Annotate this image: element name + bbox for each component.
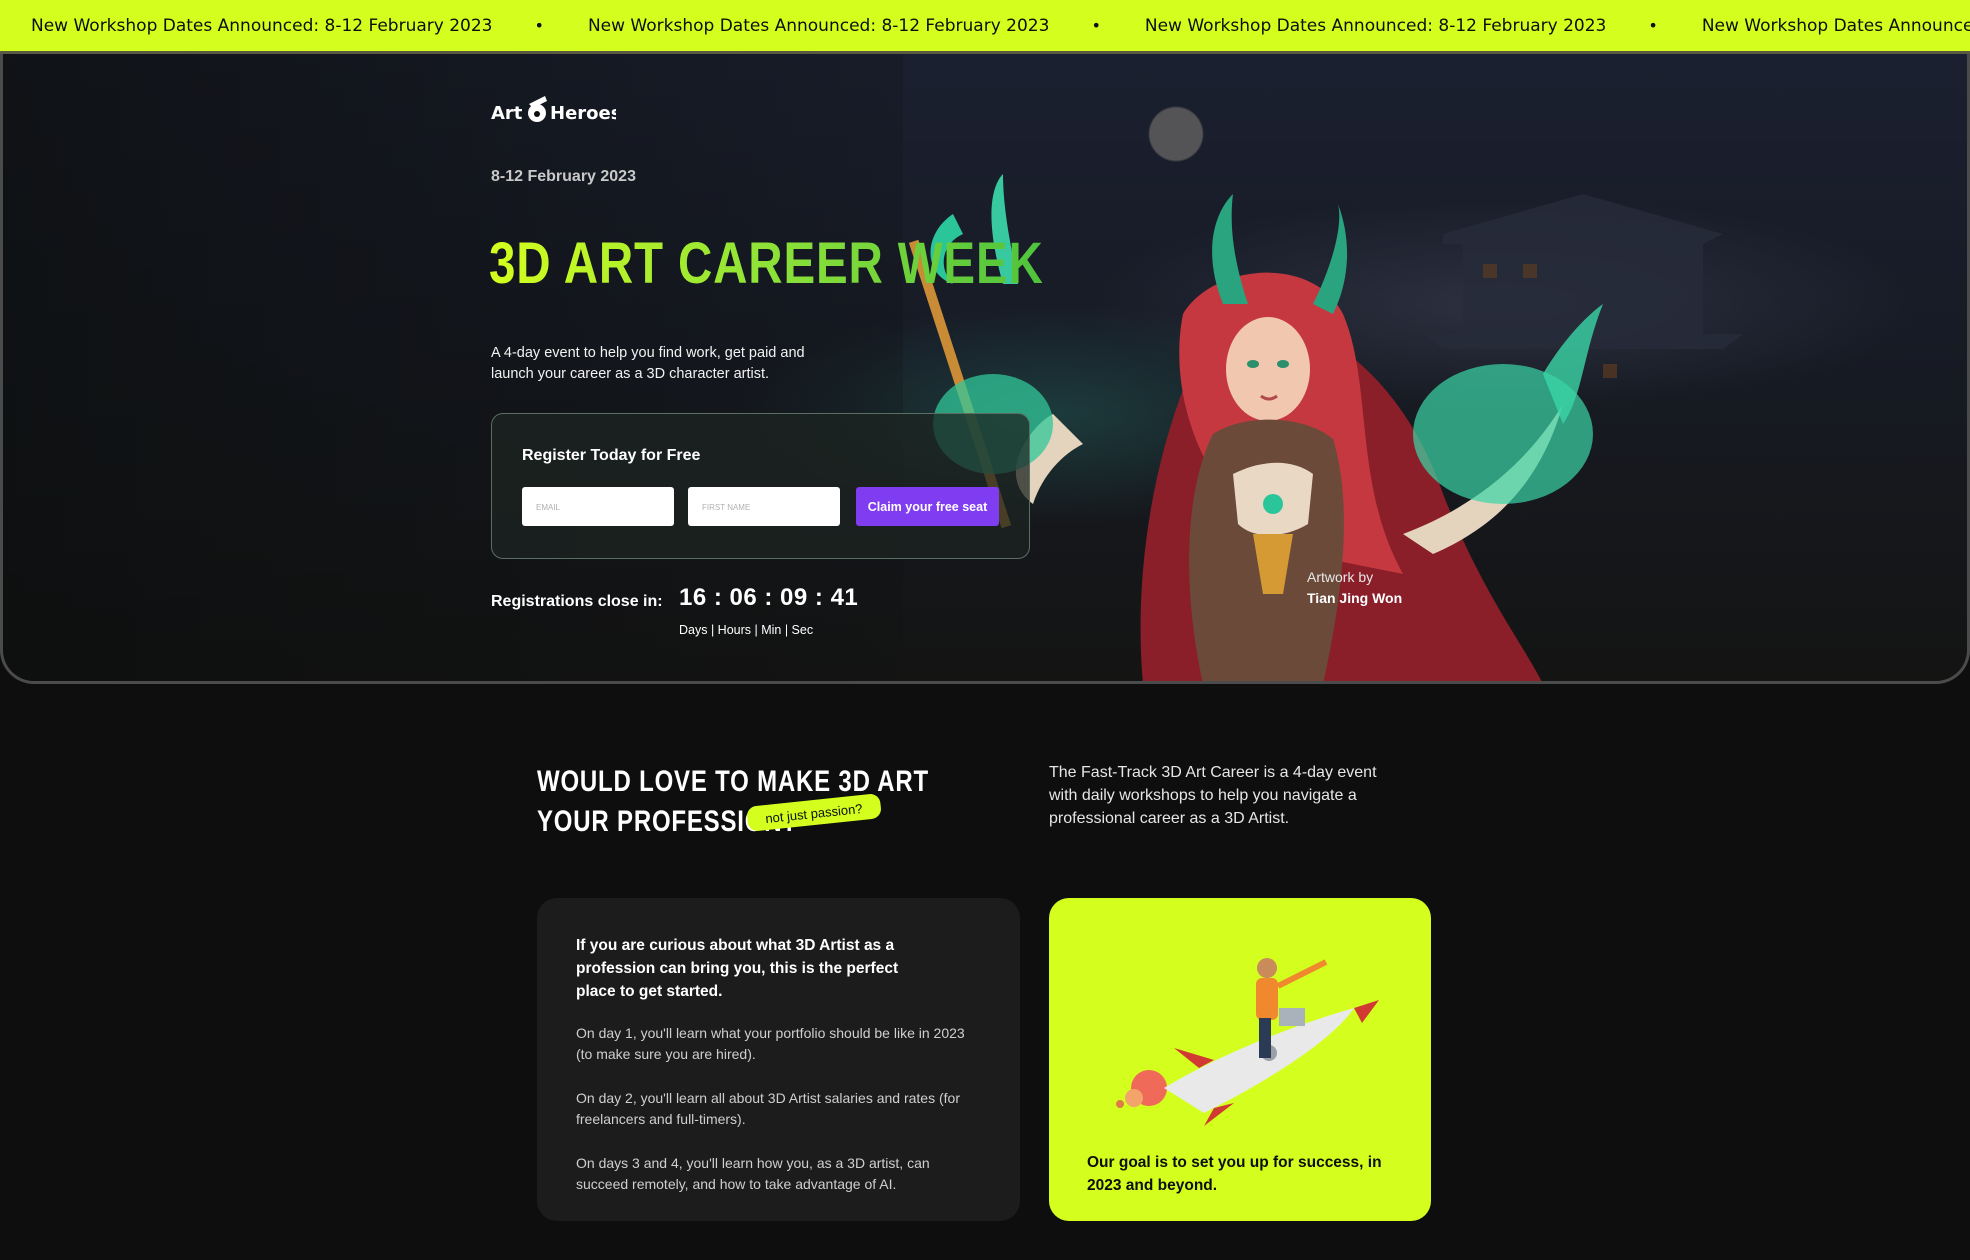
ticker-text: New Workshop Dates Announced: 8-12 Febru… xyxy=(31,15,493,36)
ticker-text: New Workshop Dates Announced: 8-12 Febru… xyxy=(587,15,1050,36)
ticker-separator: • xyxy=(1091,16,1101,35)
art-heroes-logo[interactable]: Art Heroes xyxy=(491,92,616,132)
ticker-item: New Workshop Dates Announced: 8-12 Febru… xyxy=(1101,16,1658,36)
event-date: 8-12 February 2023 xyxy=(491,168,636,185)
artwork-credit-label: Artwork by xyxy=(1307,569,1374,585)
rocket-illustration xyxy=(1116,958,1379,1126)
ticker-separator: • xyxy=(534,16,544,35)
section-description: The Fast-Track 3D Art Career is a 4-day … xyxy=(1049,764,1377,827)
artwork-credit-name: Tian Jing Won xyxy=(1307,590,1403,606)
logo-text-left: Art xyxy=(491,103,523,124)
info-card: If you are curious about what 3D Artist … xyxy=(537,898,1020,1221)
day3-text: On days 3 and 4, you'll learn how you, a… xyxy=(576,1155,930,1192)
ticker-text: New Workshop Dates Announced: 8-12 Febru… xyxy=(1701,15,1970,36)
ticker-text: New Workshop Dates Announced: 8-12 Febru… xyxy=(1144,15,1607,36)
register-title: Register Today for Free xyxy=(522,447,701,464)
registrations-close-label: Registrations close in: xyxy=(491,593,663,610)
logo-text-right: Heroes xyxy=(550,103,616,124)
day2-text: On day 2, you'll learn all about 3D Arti… xyxy=(576,1090,960,1127)
ticker-separator: • xyxy=(1648,16,1658,35)
goal-card: Our goal is to set you up for success, i… xyxy=(1049,898,1431,1221)
countdown-units: Days | Hours | Min | Sec xyxy=(679,623,814,637)
ticker-item: New Workshop Dates Announced: 8-12 Febru… xyxy=(1658,16,1970,36)
hero-section: Art Heroes 8-12 February 2023 3D ART CAR… xyxy=(0,54,1970,684)
ticker-item: New Workshop Dates Announced: 8-12 Febru… xyxy=(544,16,1101,36)
ticker-item: New Workshop Dates Announced: 8-12 Febru… xyxy=(0,16,544,36)
day1-text: On day 1, you'll learn what your portfol… xyxy=(576,1025,965,1062)
logo-mascot-icon xyxy=(528,96,547,122)
email-field[interactable] xyxy=(522,487,674,526)
page-title: 3D ART CAREER WEEK xyxy=(489,231,1044,296)
hero-description: A 4-day event to help you find work, get… xyxy=(491,345,805,382)
countdown-timer: 16 : 06 : 09 : 41 xyxy=(679,584,859,611)
announcement-ticker: New Workshop Dates Announced: 8-12 Febru… xyxy=(0,0,1970,54)
first-name-field[interactable] xyxy=(688,487,840,526)
goal-text: Our goal is to set you up for success, i… xyxy=(1087,1154,1382,1194)
register-form: Register Today for Free Claim your free … xyxy=(491,413,1030,559)
claim-seat-button[interactable]: Claim your free seat xyxy=(856,487,999,526)
info-card-heading: If you are curious about what 3D Artist … xyxy=(576,937,899,1000)
